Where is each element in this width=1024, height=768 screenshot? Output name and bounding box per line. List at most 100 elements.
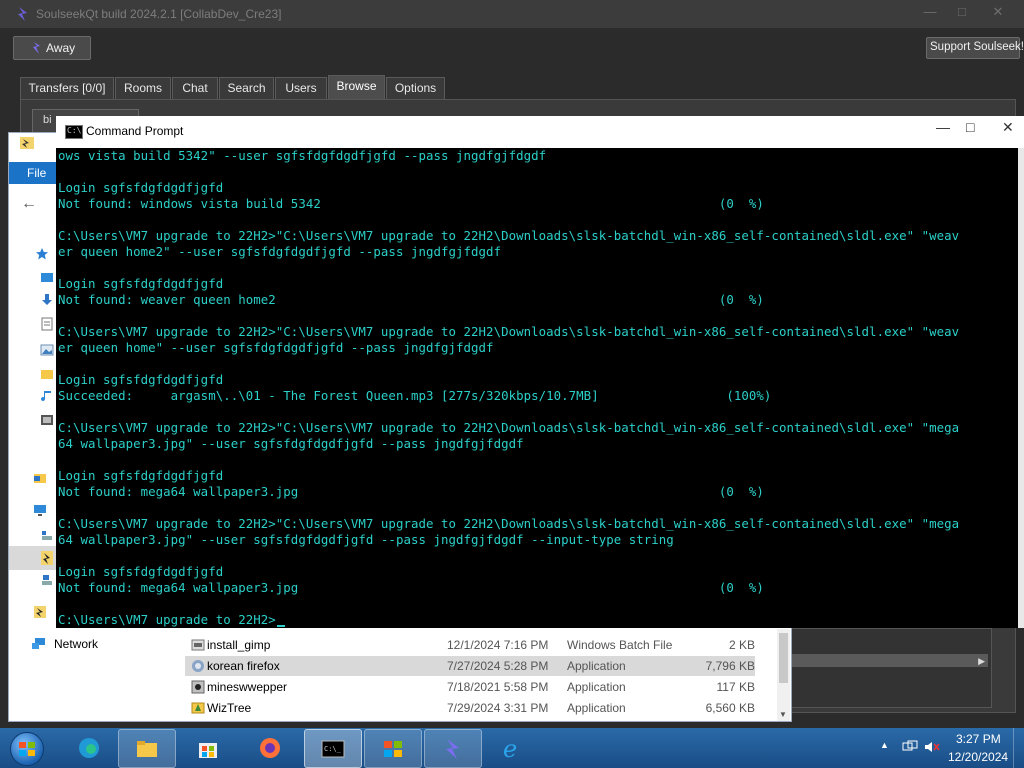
windows-orb-icon <box>10 732 44 766</box>
application-icon <box>191 702 205 714</box>
drive-icon[interactable] <box>40 528 54 542</box>
file-size: 117 KB <box>716 680 755 694</box>
svg-text:e: e <box>503 736 517 760</box>
videos-icon[interactable] <box>40 413 54 427</box>
start-button[interactable] <box>6 729 46 767</box>
file-menu[interactable]: File <box>9 162 57 184</box>
scroll-down-icon[interactable]: ▼ <box>779 710 787 719</box>
tab-browse[interactable]: Browse <box>328 75 385 100</box>
console-line: ows vista build 5342" --user sgfsfdgfdgd… <box>58 148 547 163</box>
away-button[interactable]: Away <box>13 36 91 60</box>
command-prompt-title: Command Prompt <box>86 124 184 138</box>
edge-icon <box>79 738 99 758</box>
file-date: 7/18/2021 5:58 PM <box>447 680 549 694</box>
file-row[interactable]: install_gimp 12/1/2024 7:16 PM Windows B… <box>185 635 755 655</box>
file-name: WizTree <box>207 701 252 715</box>
file-row[interactable]: WizTree 7/29/2024 3:31 PM Application 6,… <box>185 698 755 718</box>
command-prompt-icon: C:\_ <box>321 740 345 758</box>
downloads-icon[interactable] <box>40 293 54 307</box>
file-date: 7/27/2024 5:28 PM <box>447 659 549 673</box>
horizontal-scrollbar[interactable]: ▶ <box>792 654 988 667</box>
taskbar-item-soulseek[interactable] <box>424 729 482 768</box>
scroll-right-icon[interactable]: ▶ <box>978 656 985 667</box>
taskbar-item-store[interactable] <box>180 729 236 766</box>
clock-time[interactable]: 3:27 PM <box>956 732 1001 746</box>
file-date: 12/1/2024 7:16 PM <box>447 638 549 652</box>
batch-file-icon <box>191 639 205 651</box>
command-prompt-titlebar[interactable]: C:\ Command Prompt — □ ✕ <box>56 116 1024 148</box>
soulseek-titlebar[interactable]: SoulseekQt build 2024.2.1 [CollabDev_Cre… <box>0 0 1024 28</box>
taskbar: C:\_ e ▲ 3:27 PM 12/20/2024 <box>0 728 1024 768</box>
show-desktop-button[interactable] <box>1013 728 1024 768</box>
drive-icon[interactable] <box>40 573 54 587</box>
console-line: Not found: mega64 wallpaper3.jpg (0 %) <box>58 484 764 499</box>
tab-users[interactable]: Users <box>275 77 327 100</box>
taskbar-item-file-explorer[interactable] <box>118 729 176 768</box>
network-status-icon[interactable] <box>902 740 918 754</box>
firefox-icon <box>260 738 280 758</box>
this-pc-icon[interactable] <box>33 503 47 517</box>
file-row[interactable]: mineswwepper 7/18/2021 5:58 PM Applicati… <box>185 677 755 697</box>
folder-icon[interactable] <box>33 471 47 485</box>
console-line: Succeeded: argasm\..\01 - The Forest Que… <box>58 388 772 403</box>
tab-options[interactable]: Options <box>386 77 445 100</box>
file-size: 6,560 KB <box>705 701 755 715</box>
console-scrollbar[interactable] <box>1018 148 1024 628</box>
tab-chat[interactable]: Chat <box>172 77 218 100</box>
close-icon[interactable]: ✕ <box>1002 119 1014 136</box>
maximize-icon[interactable]: □ <box>952 4 972 20</box>
file-size: 7,796 KB <box>705 659 755 673</box>
soulseek-icon <box>446 739 459 759</box>
console-line: er queen home2" --user sgfsfdgfdgdfjgfd … <box>58 244 502 259</box>
command-prompt-window: C:\ Command Prompt — □ ✕ ows vista build… <box>56 116 1024 628</box>
taskbar-item-edge[interactable] <box>61 729 117 766</box>
back-arrow-icon[interactable]: ← <box>21 195 37 213</box>
support-soulseek-button[interactable]: Support Soulseek! <box>926 37 1024 59</box>
console-line: Login sgfsfdgfdgdfjgfd <box>58 372 224 387</box>
support-label: Support Soulseek! <box>930 41 1024 53</box>
taskbar-item-internet-explorer[interactable]: e <box>486 729 542 766</box>
application-icon <box>191 680 205 694</box>
vertical-scrollbar[interactable]: ▼ <box>777 629 790 721</box>
console-line: Login sgfsfdgfdgdfjgfd <box>58 276 224 291</box>
folder-icon[interactable] <box>40 367 54 381</box>
console-line: Not found: windows vista build 5342 (0 %… <box>58 196 764 211</box>
console-output[interactable]: ows vista build 5342" --user sgfsfdgfdgd… <box>56 148 1018 628</box>
svg-text:C:\_: C:\_ <box>324 745 342 753</box>
taskbar-item-firefox[interactable] <box>242 729 298 766</box>
minimize-icon[interactable]: — <box>920 4 940 20</box>
away-label: Away <box>46 41 76 55</box>
soulseek-title: SoulseekQt build 2024.2.1 [CollabDev_Cre… <box>36 7 282 21</box>
taskbar-item-command-prompt[interactable]: C:\_ <box>304 729 362 768</box>
command-prompt-icon: C:\ <box>65 125 83 139</box>
clock-date[interactable]: 12/20/2024 <box>948 750 1008 764</box>
file-size: 2 KB <box>728 638 755 652</box>
console-line: Login sgfsfdgfdgdfjgfd <box>58 468 224 483</box>
tab-transfers[interactable]: Transfers [0/0] <box>20 77 114 100</box>
volume-muted-icon[interactable] <box>924 740 940 754</box>
show-hidden-icons-icon[interactable]: ▲ <box>880 740 889 750</box>
console-line: C:\Users\VM7 upgrade to 22H2>"C:\Users\V… <box>58 228 960 243</box>
console-line: C:\Users\VM7 upgrade to 22H2>"C:\Users\V… <box>58 420 960 435</box>
application-icon <box>192 660 204 672</box>
desktop-icon[interactable] <box>40 271 54 285</box>
minimize-icon[interactable]: — <box>936 119 950 135</box>
nav-selected-item[interactable] <box>9 546 57 570</box>
browse-files-panel <box>790 628 992 708</box>
system-tray: ▲ 3:27 PM 12/20/2024 <box>876 728 1024 768</box>
close-icon[interactable]: ✕ <box>988 4 1008 20</box>
music-icon[interactable] <box>40 389 54 403</box>
tab-rooms[interactable]: Rooms <box>115 77 171 100</box>
file-type: Application <box>567 701 626 715</box>
documents-icon[interactable] <box>40 317 54 331</box>
maximize-icon[interactable]: □ <box>966 119 974 135</box>
taskbar-item-windows-flag[interactable] <box>364 729 422 768</box>
quick-access-star-icon[interactable] <box>35 247 49 261</box>
tab-search[interactable]: Search <box>219 77 274 100</box>
file-row[interactable]: korean firefox 7/27/2024 5:28 PM Applica… <box>185 656 755 676</box>
pictures-icon[interactable] <box>40 343 54 357</box>
drive-icon[interactable] <box>33 605 47 619</box>
console-line: er queen home" --user sgfsfdgfdgdfjgfd -… <box>58 340 494 355</box>
file-type: Application <box>567 659 626 673</box>
scrollbar-thumb[interactable] <box>779 633 788 683</box>
